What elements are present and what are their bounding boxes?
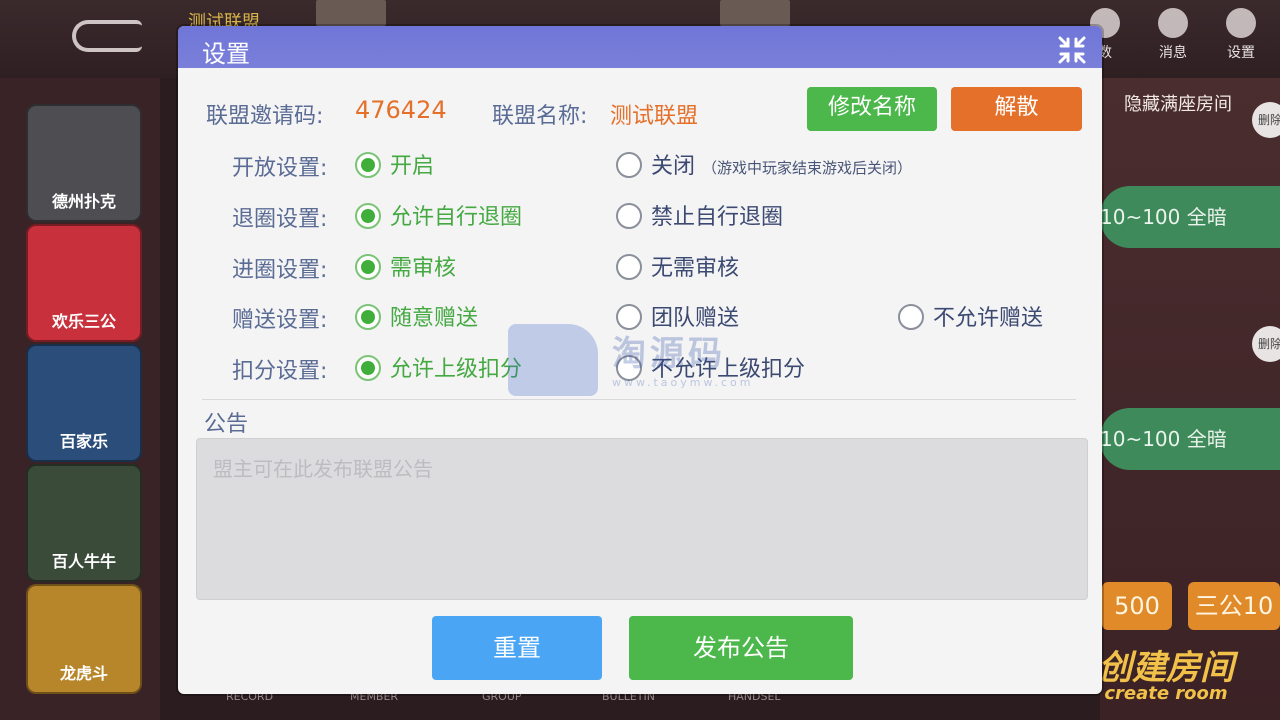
gift-free-radio[interactable]: [355, 304, 381, 330]
gift-team-label: 团队赠送: [651, 306, 740, 331]
gift-team-radio[interactable]: [616, 304, 642, 330]
game-tile-texas[interactable]: 德州扑克: [26, 104, 142, 222]
publish-notice-button[interactable]: 发布公告: [629, 616, 853, 680]
invite-code-label: 联盟邀请码:: [206, 104, 324, 129]
rename-button[interactable]: 修改名称: [807, 87, 937, 131]
open-on-label: 开启: [390, 154, 435, 179]
notice-placeholder: 盟主可在此发布联盟公告: [213, 457, 433, 481]
quit-allow-label: 允许自行退圈: [390, 205, 523, 230]
quit-forbid-label: 禁止自行退圈: [651, 205, 784, 230]
settings-dialog: 设置 联盟邀请码: 476424 联盟名称: 测试联盟 修改名称 解散 开放设置…: [178, 26, 1102, 694]
gear-icon: [1226, 8, 1256, 38]
deduct-allow-label: 允许上级扣分: [390, 357, 523, 382]
section-divider: [202, 399, 1076, 400]
gift-free-label: 随意赠送: [390, 306, 479, 331]
room-stake-button[interactable]: 500: [1102, 582, 1172, 630]
reset-button[interactable]: 重置: [432, 616, 602, 680]
gift-forbid-label: 不允许赠送: [933, 306, 1044, 331]
deduct-forbid-label: 不允许上级扣分: [651, 357, 806, 382]
join-no-review-label: 无需审核: [651, 256, 740, 281]
room-table[interactable]: 10~100 全暗: [1100, 408, 1280, 470]
top-icon-messages[interactable]: 消息: [1148, 8, 1198, 62]
dialog-title: 设置: [202, 40, 250, 68]
alliance-name-label: 联盟名称:: [492, 104, 588, 129]
open-off-radio[interactable]: [616, 152, 642, 178]
join-setting-label: 进圈设置:: [232, 258, 328, 283]
join-review-radio[interactable]: [355, 254, 381, 280]
join-no-review-radio[interactable]: [616, 254, 642, 280]
bell-icon: [1158, 8, 1188, 38]
notice-label: 公告: [204, 412, 249, 437]
lobby-banner-image: [720, 0, 790, 26]
deduct-allow-radio[interactable]: [355, 355, 381, 381]
room-game-button[interactable]: 三公10: [1188, 582, 1280, 630]
back-arrow-icon[interactable]: [72, 20, 142, 52]
game-tile-niuniu[interactable]: 百人牛牛: [26, 464, 142, 582]
game-tile-sangong[interactable]: 欢乐三公: [26, 224, 142, 342]
room-table[interactable]: 10~100 全暗: [1100, 186, 1280, 248]
quit-allow-radio[interactable]: [355, 203, 381, 229]
quit-forbid-radio[interactable]: [616, 203, 642, 229]
lobby-banner-image: [316, 0, 386, 26]
top-icon-settings[interactable]: 设置: [1216, 8, 1266, 62]
delete-room-button[interactable]: 删除: [1252, 102, 1280, 138]
open-setting-label: 开放设置:: [232, 156, 328, 181]
open-off-option: 关闭 （游戏中玩家结束游戏后关闭）: [651, 154, 913, 179]
deduct-setting-label: 扣分设置:: [232, 359, 328, 384]
hide-full-rooms-toggle[interactable]: 隐藏满座房间: [1124, 90, 1232, 116]
invite-code-value: 476424: [355, 96, 447, 124]
dialog-header: 设置: [178, 26, 1102, 68]
open-on-radio[interactable]: [355, 152, 381, 178]
game-tile-longhu[interactable]: 龙虎斗: [26, 584, 142, 694]
delete-room-button[interactable]: 删除: [1252, 326, 1280, 362]
game-tile-baccarat[interactable]: 百家乐: [26, 344, 142, 462]
notice-textarea[interactable]: 盟主可在此发布联盟公告: [196, 438, 1088, 600]
gift-setting-label: 赠送设置:: [232, 308, 328, 333]
gift-forbid-radio[interactable]: [898, 304, 924, 330]
dissolve-button[interactable]: 解散: [951, 87, 1082, 131]
deduct-forbid-radio[interactable]: [616, 355, 642, 381]
quit-setting-label: 退圈设置:: [232, 207, 328, 232]
alliance-name-value: 测试联盟: [610, 104, 699, 129]
collapse-arrows-icon[interactable]: [1056, 34, 1088, 66]
open-off-note: （游戏中玩家结束游戏后关闭）: [702, 159, 913, 177]
join-review-label: 需审核: [390, 256, 457, 281]
